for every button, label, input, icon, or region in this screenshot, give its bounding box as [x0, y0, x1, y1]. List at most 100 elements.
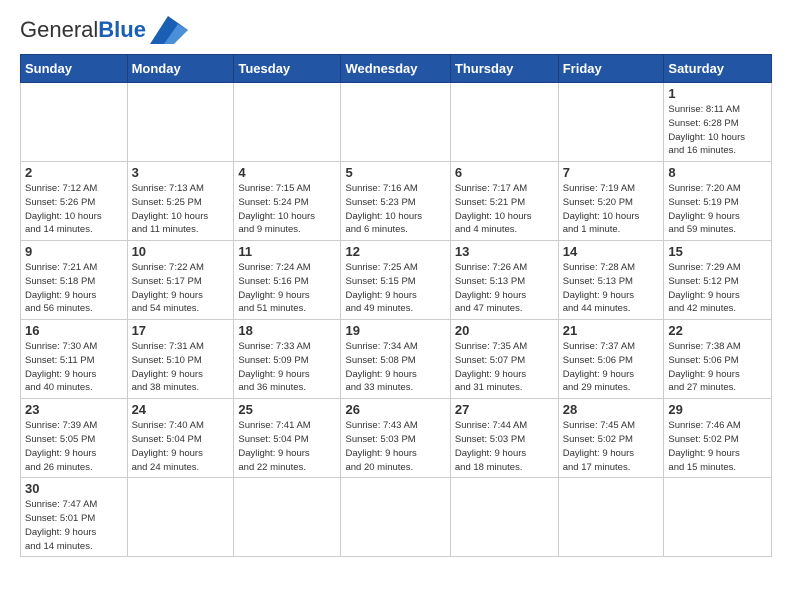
- day-number: 28: [563, 402, 660, 417]
- day-info: Sunrise: 7:26 AM Sunset: 5:13 PM Dayligh…: [455, 261, 554, 316]
- week-row-4: 23Sunrise: 7:39 AM Sunset: 5:05 PM Dayli…: [21, 399, 772, 478]
- day-number: 13: [455, 244, 554, 259]
- day-number: 26: [345, 402, 445, 417]
- calendar-cell: [664, 478, 772, 557]
- calendar: SundayMondayTuesdayWednesdayThursdayFrid…: [20, 54, 772, 557]
- calendar-cell: 29 Sunrise: 7:46 AM Sunset: 5:02 PM Dayli…: [664, 399, 772, 478]
- calendar-cell: 30 Sunrise: 7:47 AM Sunset: 5:01 PM Dayli…: [21, 478, 128, 557]
- day-number: 10: [132, 244, 230, 259]
- weekday-thursday: Thursday: [450, 55, 558, 83]
- day-info: Sunrise: 7:33 AM Sunset: 5:09 PM Dayligh…: [238, 340, 336, 395]
- calendar-cell: 22 Sunrise: 7:38 AM Sunset: 5:06 PM Dayli…: [664, 320, 772, 399]
- day-info: Sunrise: 7:41 AM Sunset: 5:04 PM Dayligh…: [238, 419, 336, 474]
- day-number: 25: [238, 402, 336, 417]
- calendar-cell: 13 Sunrise: 7:26 AM Sunset: 5:13 PM Dayli…: [450, 241, 558, 320]
- calendar-cell: 11 Sunrise: 7:24 AM Sunset: 5:16 PM Dayli…: [234, 241, 341, 320]
- weekday-tuesday: Tuesday: [234, 55, 341, 83]
- day-info: Sunrise: 7:46 AM Sunset: 5:02 PM Dayligh…: [668, 419, 767, 474]
- day-number: 9: [25, 244, 123, 259]
- day-info: Sunrise: 7:40 AM Sunset: 5:04 PM Dayligh…: [132, 419, 230, 474]
- day-info: Sunrise: 8:11 AM Sunset: 6:28 PM Dayligh…: [668, 103, 767, 158]
- logo-text: GeneralBlue: [20, 19, 146, 41]
- day-number: 18: [238, 323, 336, 338]
- day-info: Sunrise: 7:29 AM Sunset: 5:12 PM Dayligh…: [668, 261, 767, 316]
- day-number: 11: [238, 244, 336, 259]
- day-number: 24: [132, 402, 230, 417]
- day-info: Sunrise: 7:45 AM Sunset: 5:02 PM Dayligh…: [563, 419, 660, 474]
- calendar-cell: 17Sunrise: 7:31 AM Sunset: 5:10 PM Dayli…: [127, 320, 234, 399]
- day-info: Sunrise: 7:47 AM Sunset: 5:01 PM Dayligh…: [25, 498, 123, 553]
- day-info: Sunrise: 7:15 AM Sunset: 5:24 PM Dayligh…: [238, 182, 336, 237]
- week-row-3: 16 Sunrise: 7:30 AM Sunset: 5:11 PM Dayli…: [21, 320, 772, 399]
- calendar-cell: 9 Sunrise: 7:21 AM Sunset: 5:18 PM Daylig…: [21, 241, 128, 320]
- day-number: 3: [132, 165, 230, 180]
- calendar-cell: 7Sunrise: 7:19 AM Sunset: 5:20 PM Daylig…: [558, 162, 664, 241]
- weekday-sunday: Sunday: [21, 55, 128, 83]
- calendar-cell: 1 Sunrise: 8:11 AM Sunset: 6:28 PM Daylig…: [664, 83, 772, 162]
- calendar-cell: 26 Sunrise: 7:43 AM Sunset: 5:03 PM Dayli…: [341, 399, 450, 478]
- calendar-cell: 19Sunrise: 7:34 AM Sunset: 5:08 PM Dayli…: [341, 320, 450, 399]
- calendar-cell: [450, 83, 558, 162]
- calendar-cell: 3 Sunrise: 7:13 AM Sunset: 5:25 PM Daylig…: [127, 162, 234, 241]
- calendar-cell: 2Sunrise: 7:12 AM Sunset: 5:26 PM Daylig…: [21, 162, 128, 241]
- day-info: Sunrise: 7:37 AM Sunset: 5:06 PM Dayligh…: [563, 340, 660, 395]
- day-number: 7: [563, 165, 660, 180]
- day-number: 27: [455, 402, 554, 417]
- day-number: 16: [25, 323, 123, 338]
- day-info: Sunrise: 7:35 AM Sunset: 5:07 PM Dayligh…: [455, 340, 554, 395]
- calendar-cell: [558, 83, 664, 162]
- day-number: 19: [345, 323, 445, 338]
- week-row-5: 30 Sunrise: 7:47 AM Sunset: 5:01 PM Dayli…: [21, 478, 772, 557]
- calendar-cell: 8Sunrise: 7:20 AM Sunset: 5:19 PM Daylig…: [664, 162, 772, 241]
- day-number: 22: [668, 323, 767, 338]
- day-info: Sunrise: 7:30 AM Sunset: 5:11 PM Dayligh…: [25, 340, 123, 395]
- calendar-cell: [558, 478, 664, 557]
- logo: GeneralBlue: [20, 16, 188, 44]
- calendar-cell: 21 Sunrise: 7:37 AM Sunset: 5:06 PM Dayli…: [558, 320, 664, 399]
- calendar-cell: [234, 478, 341, 557]
- day-number: 20: [455, 323, 554, 338]
- logo-blue: Blue: [98, 17, 146, 42]
- day-number: 23: [25, 402, 123, 417]
- calendar-cell: 10 Sunrise: 7:22 AM Sunset: 5:17 PM Dayli…: [127, 241, 234, 320]
- day-info: Sunrise: 7:17 AM Sunset: 5:21 PM Dayligh…: [455, 182, 554, 237]
- calendar-cell: 5 Sunrise: 7:16 AM Sunset: 5:23 PM Daylig…: [341, 162, 450, 241]
- calendar-cell: [21, 83, 128, 162]
- page: GeneralBlue SundayMondayTuesdayWednesday…: [0, 0, 792, 577]
- day-number: 14: [563, 244, 660, 259]
- calendar-cell: [450, 478, 558, 557]
- calendar-cell: 12Sunrise: 7:25 AM Sunset: 5:15 PM Dayli…: [341, 241, 450, 320]
- day-number: 6: [455, 165, 554, 180]
- calendar-cell: 4Sunrise: 7:15 AM Sunset: 5:24 PM Daylig…: [234, 162, 341, 241]
- logo-icon: [150, 16, 188, 44]
- day-info: Sunrise: 7:13 AM Sunset: 5:25 PM Dayligh…: [132, 182, 230, 237]
- day-info: Sunrise: 7:43 AM Sunset: 5:03 PM Dayligh…: [345, 419, 445, 474]
- calendar-cell: 24 Sunrise: 7:40 AM Sunset: 5:04 PM Dayli…: [127, 399, 234, 478]
- weekday-wednesday: Wednesday: [341, 55, 450, 83]
- weekday-header-row: SundayMondayTuesdayWednesdayThursdayFrid…: [21, 55, 772, 83]
- week-row-1: 2Sunrise: 7:12 AM Sunset: 5:26 PM Daylig…: [21, 162, 772, 241]
- calendar-cell: [127, 83, 234, 162]
- day-number: 30: [25, 481, 123, 496]
- day-number: 21: [563, 323, 660, 338]
- calendar-cell: 23Sunrise: 7:39 AM Sunset: 5:05 PM Dayli…: [21, 399, 128, 478]
- calendar-cell: 18 Sunrise: 7:33 AM Sunset: 5:09 PM Dayli…: [234, 320, 341, 399]
- day-number: 5: [345, 165, 445, 180]
- day-info: Sunrise: 7:28 AM Sunset: 5:13 PM Dayligh…: [563, 261, 660, 316]
- day-number: 1: [668, 86, 767, 101]
- day-number: 29: [668, 402, 767, 417]
- calendar-cell: 15 Sunrise: 7:29 AM Sunset: 5:12 PM Dayli…: [664, 241, 772, 320]
- day-number: 12: [345, 244, 445, 259]
- day-info: Sunrise: 7:38 AM Sunset: 5:06 PM Dayligh…: [668, 340, 767, 395]
- day-info: Sunrise: 7:16 AM Sunset: 5:23 PM Dayligh…: [345, 182, 445, 237]
- calendar-cell: 20 Sunrise: 7:35 AM Sunset: 5:07 PM Dayli…: [450, 320, 558, 399]
- calendar-cell: [341, 83, 450, 162]
- day-info: Sunrise: 7:22 AM Sunset: 5:17 PM Dayligh…: [132, 261, 230, 316]
- weekday-saturday: Saturday: [664, 55, 772, 83]
- day-number: 8: [668, 165, 767, 180]
- weekday-friday: Friday: [558, 55, 664, 83]
- day-number: 2: [25, 165, 123, 180]
- day-info: Sunrise: 7:21 AM Sunset: 5:18 PM Dayligh…: [25, 261, 123, 316]
- day-info: Sunrise: 7:24 AM Sunset: 5:16 PM Dayligh…: [238, 261, 336, 316]
- day-number: 15: [668, 244, 767, 259]
